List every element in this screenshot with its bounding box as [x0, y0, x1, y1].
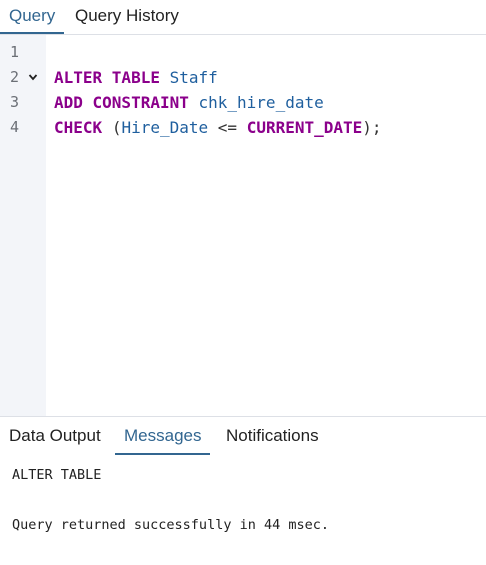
tab-data-output[interactable]: Data Output	[0, 417, 110, 453]
line-number: 1	[10, 43, 20, 61]
constraint-name: chk_hire_date	[198, 93, 324, 112]
code-line: ADD CONSTRAINT chk_hire_date	[54, 90, 324, 115]
paren-close: );	[362, 118, 382, 137]
messages-panel: ALTER TABLE Query returned successfully …	[0, 455, 486, 565]
tab-notifications[interactable]: Notifications	[218, 417, 327, 453]
line-number: 2	[0, 65, 46, 90]
sql-keyword: CHECK	[54, 118, 103, 137]
tab-query[interactable]: Query	[0, 0, 65, 34]
column-name: Hire_Date	[121, 118, 209, 137]
sql-keyword: ADD CONSTRAINT	[54, 93, 189, 112]
sql-editor[interactable]: 1 2 3 4 ALTER TABLE Staff ADD CONSTRAINT…	[0, 35, 486, 416]
table-name: Staff	[169, 68, 218, 87]
line-number: 3	[10, 93, 20, 111]
code-line: ALTER TABLE Staff	[54, 65, 218, 90]
code-line: CHECK (Hire_Date <= CURRENT_DATE);	[54, 115, 382, 140]
line-number-gutter: 1 2 3 4	[0, 35, 46, 416]
sql-keyword: ALTER TABLE	[54, 68, 160, 87]
operator: <=	[217, 118, 238, 137]
message-line: ALTER TABLE	[12, 467, 102, 483]
output-tab-bar: Data Output Messages Notifications	[0, 416, 486, 456]
message-line: Query returned successfully in 44 msec.	[12, 517, 329, 533]
tab-query-history[interactable]: Query History	[67, 0, 187, 32]
tab-messages[interactable]: Messages	[115, 417, 211, 455]
paren-open: (	[111, 118, 122, 137]
editor-tab-bar: Query Query History	[0, 0, 486, 35]
sql-keyword: CURRENT_DATE	[246, 118, 363, 137]
line-number: 4	[10, 118, 20, 136]
